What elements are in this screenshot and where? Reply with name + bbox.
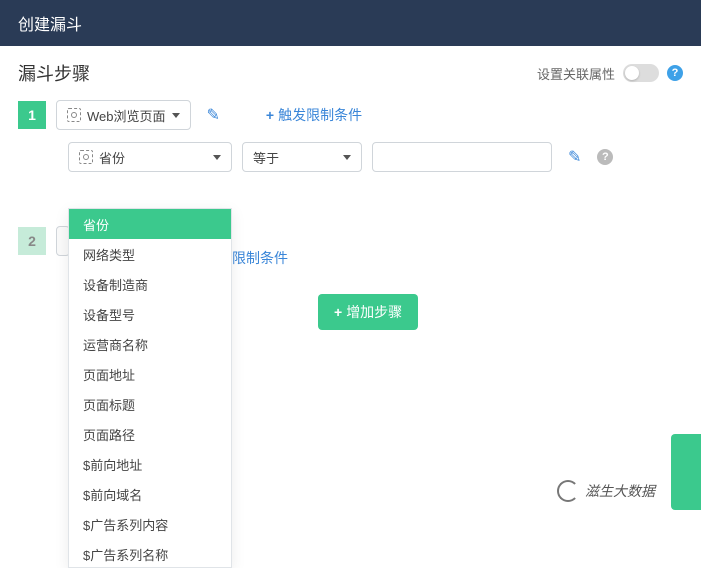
- assoc-label: 设置关联属性: [537, 64, 615, 83]
- side-action-tab[interactable]: [671, 434, 701, 510]
- scan-icon: [79, 150, 93, 164]
- help-icon[interactable]: ?: [667, 65, 683, 81]
- chevron-down-icon: [172, 113, 180, 118]
- plus-icon: +: [334, 304, 342, 320]
- event-select[interactable]: Web浏览页面: [56, 100, 191, 130]
- dropdown-item[interactable]: 页面标题: [69, 389, 231, 419]
- value-input[interactable]: [372, 142, 552, 172]
- dropdown-item[interactable]: 省份: [69, 209, 231, 239]
- watermark-text: 滋生大数据: [585, 481, 655, 501]
- modal-title: 创建漏斗: [18, 11, 82, 35]
- dropdown-item[interactable]: $广告系列名称: [69, 539, 231, 568]
- dropdown-item[interactable]: 运营商名称: [69, 329, 231, 359]
- chevron-down-icon: [343, 155, 351, 160]
- add-step-label: 增加步骤: [346, 302, 402, 322]
- property-select-label: 省份: [99, 148, 125, 167]
- step-number-1: 1: [18, 101, 46, 129]
- property-select[interactable]: 省份: [68, 142, 232, 172]
- section-title: 漏斗步骤: [18, 60, 90, 86]
- add-trigger-button[interactable]: + 触发限制条件: [266, 105, 362, 125]
- operator-select[interactable]: 等于: [242, 142, 362, 172]
- trigger-label: 触发限制条件: [278, 105, 362, 125]
- edit-icon[interactable]: ✎: [562, 147, 587, 167]
- header-row: 漏斗步骤 设置关联属性 ?: [18, 60, 683, 86]
- dropdown-item[interactable]: 页面路径: [69, 419, 231, 449]
- condition-row: 省份 等于 ✎ ?: [68, 142, 683, 172]
- watermark: 滋生大数据: [557, 480, 655, 502]
- dropdown-item[interactable]: $广告系列内容: [69, 509, 231, 539]
- property-dropdown: 省份 网络类型 设备制造商 设备型号 运营商名称 页面地址 页面标题 页面路径 …: [68, 208, 232, 568]
- operator-select-label: 等于: [253, 148, 279, 167]
- dropdown-item[interactable]: 页面地址: [69, 359, 231, 389]
- dropdown-item[interactable]: $前向域名: [69, 479, 231, 509]
- dropdown-item[interactable]: 设备制造商: [69, 269, 231, 299]
- content: 漏斗步骤 设置关联属性 ? 1 Web浏览页面 ✎ + 触发限制条件 省份: [0, 46, 701, 330]
- help-icon[interactable]: ?: [597, 149, 613, 165]
- dropdown-item[interactable]: 网络类型: [69, 239, 231, 269]
- modal-titlebar: 创建漏斗: [0, 0, 701, 46]
- plus-icon: +: [266, 107, 274, 123]
- wm-icon: [557, 480, 579, 502]
- edit-icon[interactable]: ✎: [201, 105, 226, 125]
- assoc-toggle[interactable]: [623, 64, 659, 82]
- chevron-down-icon: [213, 155, 221, 160]
- add-step-button[interactable]: + 增加步骤: [318, 294, 418, 330]
- dropdown-item[interactable]: 设备型号: [69, 299, 231, 329]
- step-1-row: 1 Web浏览页面 ✎ + 触发限制条件: [18, 100, 683, 130]
- step2-trigger-link[interactable]: 触发限制条件: [204, 248, 683, 268]
- step-number-2: 2: [18, 227, 46, 255]
- assoc-toggle-group: 设置关联属性 ?: [537, 64, 683, 83]
- event-select-label: Web浏览页面: [87, 106, 166, 125]
- scan-icon: [67, 108, 81, 122]
- dropdown-item[interactable]: $前向地址: [69, 449, 231, 479]
